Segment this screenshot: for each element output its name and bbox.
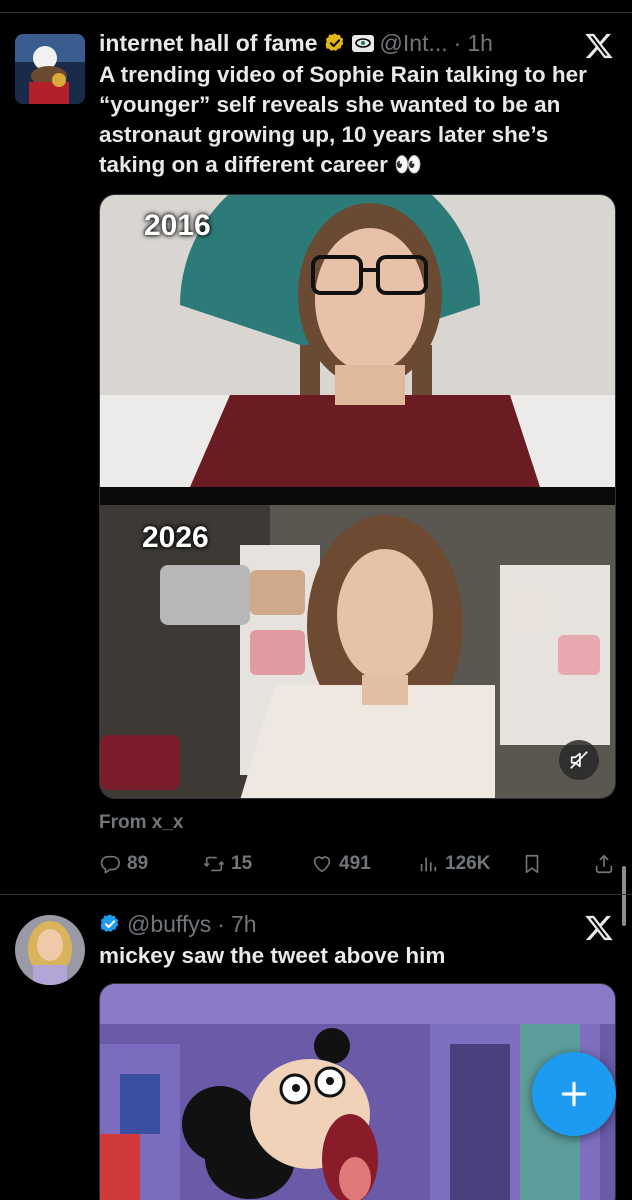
year-label-top: 2016	[144, 209, 211, 242]
muted-speaker-icon	[570, 751, 588, 769]
top-divider	[0, 12, 632, 13]
separator: ·	[217, 910, 225, 937]
mute-button[interactable]	[559, 740, 599, 780]
video-attribution[interactable]: From x_x	[99, 812, 183, 834]
views-count: 126K	[445, 853, 491, 874]
reply-icon	[100, 855, 120, 874]
separator: ·	[453, 29, 462, 56]
x-logo-icon	[585, 915, 613, 941]
author-name[interactable]: internet hall of fame	[99, 30, 318, 57]
repost-count: 15	[231, 853, 253, 874]
tweet-text: A trending video of Sophie Rain talking …	[99, 62, 587, 177]
tweet-header: @buffys · 7h	[99, 909, 572, 939]
action-bar: 89 15 491 126K	[99, 848, 616, 880]
tweet[interactable]: @buffys · 7h mickey saw the tweet above …	[0, 894, 632, 1200]
year-label-bottom: 2026	[142, 521, 209, 554]
repost-icon	[203, 856, 225, 872]
share-button[interactable]	[593, 848, 615, 880]
tweet-header: internet hall of fame @Int... · 1h	[99, 28, 572, 58]
timestamp[interactable]: 7h	[231, 911, 257, 938]
bookmark-button[interactable]	[521, 848, 543, 880]
plus-icon	[561, 1081, 587, 1107]
video-frame	[100, 195, 615, 798]
affiliate-badge-icon[interactable]	[351, 34, 374, 52]
x-logo-icon	[585, 33, 613, 59]
avatar[interactable]	[15, 915, 85, 985]
compose-button[interactable]	[532, 1052, 616, 1136]
reply-count: 89	[127, 853, 149, 874]
like-count: 491	[339, 853, 371, 874]
tweet-text: mickey saw the tweet above him	[99, 943, 446, 968]
bookmark-icon	[525, 854, 539, 874]
tweet[interactable]: internet hall of fame @Int... · 1h A tre…	[0, 22, 632, 894]
timestamp[interactable]: 1h	[467, 30, 493, 57]
views-icon	[420, 857, 437, 872]
views-button[interactable]: 126K	[417, 848, 490, 880]
tweet-video[interactable]: 2016 2026	[99, 194, 616, 799]
like-button[interactable]: 491	[311, 848, 371, 880]
verified-blue-icon	[100, 914, 119, 932]
avatar[interactable]	[15, 34, 85, 104]
author-handle[interactable]: @Int...	[380, 30, 448, 57]
author-handle[interactable]: @buffys	[127, 911, 211, 938]
heart-icon	[313, 856, 331, 873]
repost-button[interactable]: 15	[203, 848, 252, 880]
verified-gold-icon	[325, 33, 343, 51]
reply-button[interactable]: 89	[99, 848, 148, 880]
share-icon	[595, 854, 613, 874]
